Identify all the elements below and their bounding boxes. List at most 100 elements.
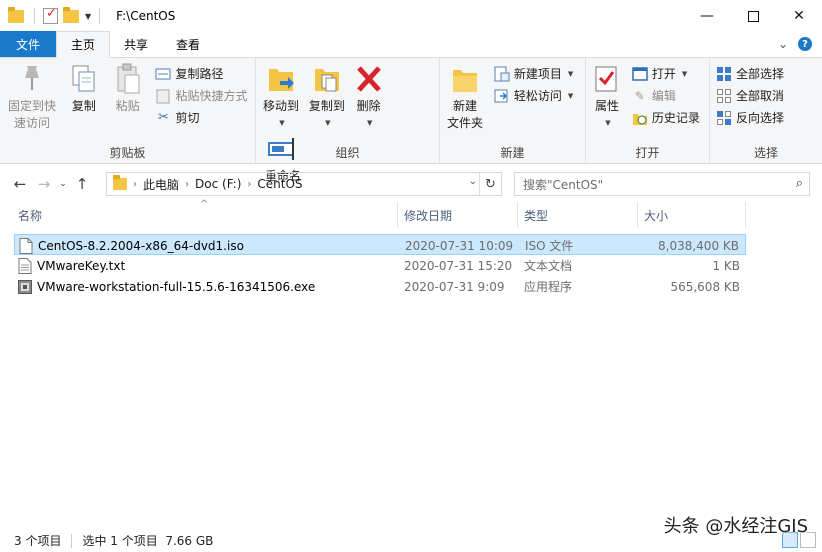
easy-access-chevron-icon: ▼ xyxy=(567,91,574,100)
copy-icon xyxy=(72,65,95,92)
scissors-icon: ✂ xyxy=(158,110,169,125)
search-placeholder: 搜索"CentOS" xyxy=(523,177,604,192)
delete-button[interactable]: 删除 ▼ xyxy=(352,62,386,132)
new-folder-button[interactable]: 新建 文件夹 xyxy=(444,62,486,132)
move-to-icon xyxy=(269,69,294,91)
navigation-bar: ← → ⌄ ↑ › 此电脑 › Doc (F:) › CentOS ⌄ ↻ 搜索… xyxy=(0,170,822,198)
tab-home[interactable]: 主页 xyxy=(56,31,111,58)
recent-locations-chevron-icon[interactable]: ⌄ xyxy=(56,179,70,189)
file-type: 应用程序 xyxy=(524,280,573,294)
copy-to-chevron-icon: ▼ xyxy=(325,119,331,127)
selection-info: 选中 1 个项目 7.66 GB xyxy=(82,534,214,548)
copy-button[interactable]: 复制 xyxy=(64,62,104,115)
new-item-button[interactable]: 新建项目 ▼ xyxy=(494,64,573,83)
paste-button[interactable]: 粘贴 xyxy=(108,62,148,115)
invert-selection-button[interactable]: 反向选择 xyxy=(716,108,784,127)
window-title: F:\CentOS xyxy=(116,9,176,23)
new-folder-icon[interactable] xyxy=(63,7,81,25)
open-chevron-icon: ▼ xyxy=(681,69,688,78)
address-bar[interactable]: › 此电脑 › Doc (F:) › CentOS ⌄ ↻ xyxy=(106,172,502,196)
edit-button[interactable]: ✎ 编辑 xyxy=(632,86,700,105)
open-button[interactable]: 打开 ▼ xyxy=(632,64,700,83)
column-type[interactable]: 类型 xyxy=(518,202,638,228)
select-none-icon xyxy=(716,88,732,104)
delete-chevron-icon: ▼ xyxy=(366,119,373,127)
properties-button[interactable]: 属性 ▼ xyxy=(590,62,624,132)
back-arrow-icon[interactable]: ← xyxy=(8,175,32,193)
ribbon: 固定到快 速访问 复制 粘贴 复制路径 粘贴快捷方式 ✂ 剪切 剪贴板 移动到 … xyxy=(0,58,822,183)
move-to-chevron-icon: ▼ xyxy=(279,119,285,127)
up-arrow-icon[interactable]: ↑ xyxy=(70,175,94,193)
title-bar: ▼ F:\CentOS — ✕ xyxy=(0,0,822,32)
properties-icon[interactable] xyxy=(43,6,61,25)
folder-icon xyxy=(8,7,26,25)
paste-shortcut-button[interactable]: 粘贴快捷方式 xyxy=(155,86,248,105)
customize-toolbar-chevron-icon[interactable]: ▼ xyxy=(85,12,91,21)
file-size: 8,038,400 KB xyxy=(658,238,739,253)
delete-x-icon xyxy=(356,66,381,92)
select-all-button[interactable]: 全部选择 xyxy=(716,64,784,83)
file-size: 1 KB xyxy=(712,258,740,273)
refresh-icon[interactable]: ↻ xyxy=(479,173,501,195)
paste-icon xyxy=(117,63,140,94)
open-group: 属性 ▼ 打开 ▼ ✎ 编辑 历史记录 打开 xyxy=(586,58,710,164)
tab-file[interactable]: 文件 xyxy=(0,31,57,57)
help-icon[interactable]: ? xyxy=(798,37,812,51)
history-button[interactable]: 历史记录 xyxy=(632,108,700,127)
copy-label: 复制 xyxy=(71,99,96,113)
organize-group: 移动到 ▼ 复制到 ▼ 删除 ▼ 重命名 组织 xyxy=(256,58,440,183)
column-headers: ^ 名称 修改日期 类型 大小 xyxy=(0,199,822,228)
file-size: 565,608 KB xyxy=(670,279,740,294)
breadcrumb-drive-f[interactable]: Doc (F:) xyxy=(195,177,241,191)
pin-to-quick-access-button[interactable]: 固定到快 速访问 xyxy=(4,62,60,132)
exe-file-icon xyxy=(18,279,32,294)
file-date: 2020-07-31 9:09 xyxy=(404,279,505,294)
text-file-icon xyxy=(18,257,32,274)
file-row[interactable]: VMwareKey.txt 2020-07-31 15:20 文本文档 1 KB xyxy=(14,255,746,276)
iso-file-icon xyxy=(19,237,33,254)
forward-arrow-icon[interactable]: → xyxy=(32,175,56,193)
easy-access-button[interactable]: 轻松访问 ▼ xyxy=(494,86,573,105)
quick-access-toolbar: ▼ xyxy=(0,6,106,25)
file-name: VMware-workstation-full-15.5.6-16341506.… xyxy=(37,279,316,294)
close-button[interactable]: ✕ xyxy=(776,0,822,32)
ribbon-tabs: 文件 主页 共享 查看 ⌄ ? xyxy=(0,31,822,58)
file-date: 2020-07-31 15:20 xyxy=(404,258,513,273)
copy-to-icon xyxy=(314,69,339,92)
easy-access-icon xyxy=(494,88,510,104)
search-box[interactable]: 搜索"CentOS" ⌕ xyxy=(514,172,810,196)
paste-shortcut-icon xyxy=(155,88,171,104)
tab-share[interactable]: 共享 xyxy=(110,31,162,57)
column-date-modified[interactable]: 修改日期 xyxy=(398,202,518,228)
cut-button[interactable]: ✂ 剪切 xyxy=(155,108,247,127)
tab-view[interactable]: 查看 xyxy=(162,31,214,57)
clipboard-group: 固定到快 速访问 复制 粘贴 复制路径 粘贴快捷方式 ✂ 剪切 剪贴板 xyxy=(0,58,256,164)
copy-path-button[interactable]: 复制路径 xyxy=(155,64,247,83)
file-row[interactable]: VMware-workstation-full-15.5.6-16341506.… xyxy=(14,276,746,297)
file-type: ISO 文件 xyxy=(525,239,574,253)
maximize-icon xyxy=(747,10,759,22)
new-item-chevron-icon: ▼ xyxy=(567,69,574,78)
column-name[interactable]: 名称 xyxy=(12,202,398,228)
select-none-button[interactable]: 全部取消 xyxy=(716,86,784,105)
expand-ribbon-chevron-icon[interactable]: ⌄ xyxy=(778,37,788,51)
address-history-chevron-icon[interactable]: ⌄ xyxy=(469,176,477,187)
properties-check-icon xyxy=(595,66,617,92)
item-count: 3 个项目 xyxy=(14,534,62,548)
copy-path-icon xyxy=(155,66,171,82)
copy-to-button[interactable]: 复制到 ▼ xyxy=(306,62,348,132)
open-icon xyxy=(632,66,648,82)
breadcrumb-this-pc[interactable]: 此电脑 xyxy=(143,176,179,193)
maximize-button[interactable] xyxy=(730,0,776,32)
new-group-label: 新建 xyxy=(500,146,525,160)
move-to-button[interactable]: 移动到 ▼ xyxy=(260,62,302,132)
file-row[interactable]: CentOS-8.2.2004-x86_64-dvd1.iso 2020-07-… xyxy=(14,234,746,255)
minimize-button[interactable]: — xyxy=(684,0,730,32)
file-date: 2020-07-31 10:09 xyxy=(405,238,514,253)
column-size[interactable]: 大小 xyxy=(638,202,746,228)
select-group-label: 选择 xyxy=(753,146,778,160)
breadcrumb-centos[interactable]: CentOS xyxy=(257,177,302,191)
window-controls: — ✕ xyxy=(684,0,822,32)
file-name: VMwareKey.txt xyxy=(37,258,126,273)
select-group: 全部选择 全部取消 反向选择 选择 xyxy=(710,58,822,164)
